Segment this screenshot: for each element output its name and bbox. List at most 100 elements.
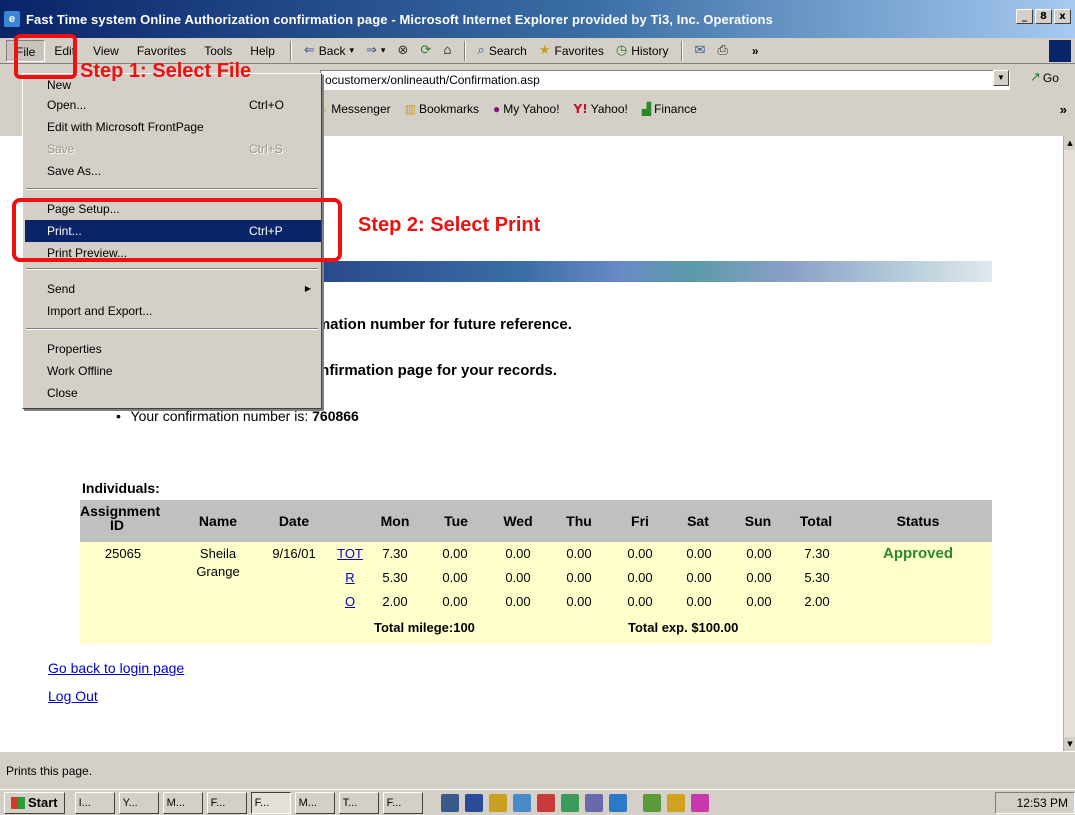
favorites-icon: ★	[538, 43, 551, 58]
maximize-button[interactable]: 8	[1035, 9, 1052, 24]
table-cell: 0.00	[442, 546, 468, 561]
forward-button[interactable]: ⇒ ▾	[360, 40, 391, 62]
open-label: Open...	[47, 98, 87, 112]
quicklaunch-icon[interactable]	[488, 793, 507, 812]
quicklaunch-icon[interactable]	[608, 793, 627, 812]
back-button[interactable]: ⇐ Back ▾	[298, 40, 360, 62]
dropdown-arrow-icon[interactable]: ▾	[381, 46, 386, 56]
favorites-button[interactable]: ★ Favorites	[533, 40, 610, 62]
name-cell-last: Grange	[196, 564, 240, 579]
dropdown-arrow-icon[interactable]: ▾	[349, 46, 354, 56]
go-arrow-icon: ↗	[1030, 70, 1041, 85]
tray-icon[interactable]	[666, 793, 685, 812]
vertical-scrollbar[interactable]: ▲ ▼	[1063, 136, 1075, 751]
menu-item-save-as[interactable]: Save As...	[23, 160, 321, 182]
tray-icon[interactable]	[690, 793, 709, 812]
confirmation-prefix: Your confirmation number is:	[130, 408, 313, 424]
close-button[interactable]: x	[1054, 9, 1071, 24]
menu-help[interactable]: Help	[241, 40, 284, 62]
menu-item-close[interactable]: Close	[23, 382, 321, 404]
search-icon: ⌕	[477, 43, 485, 58]
type-link-tot[interactable]: TOT	[332, 546, 368, 561]
type-link-r[interactable]: R	[340, 570, 360, 585]
table-cell: 0.00	[442, 594, 468, 609]
yahoo-label: Yahoo!	[590, 102, 628, 116]
scroll-down-icon[interactable]: ▼	[1064, 737, 1075, 751]
submenu-arrow-icon: ▶	[304, 284, 311, 293]
refresh-icon: ⟳	[420, 43, 432, 58]
menu-separator	[26, 188, 318, 190]
quicklaunch-icon[interactable]	[464, 793, 483, 812]
quicklaunch-icon[interactable]	[536, 793, 555, 812]
finance-link[interactable]: ▟ Finance	[642, 102, 697, 116]
yahoo-link[interactable]: Y! Yahoo!	[574, 102, 628, 116]
links-overflow-icon[interactable]: »	[1060, 102, 1067, 117]
table-cell: 0.00	[627, 546, 653, 561]
quick-launch	[440, 793, 627, 812]
bookmarks-link[interactable]: ▥ Bookmarks	[405, 102, 479, 116]
home-button[interactable]: ⌂	[437, 40, 457, 62]
search-button[interactable]: ⌕ Search	[472, 40, 533, 62]
table-cell: 0.00	[566, 570, 592, 585]
quicklaunch-icon[interactable]	[584, 793, 603, 812]
stop-button[interactable]: ⊗	[391, 40, 414, 62]
toolbar-overflow-button[interactable]: »	[746, 40, 765, 62]
back-to-login-link[interactable]: Go back to login page	[48, 660, 184, 676]
table-cell: 5.30	[382, 570, 408, 585]
mail-button[interactable]: ✉	[689, 40, 712, 62]
favorites-label: Favorites	[554, 43, 604, 58]
history-button[interactable]: ◷ History	[610, 40, 675, 62]
address-input[interactable]: ocustomerx/onlineauth/Confirmation.asp	[320, 70, 1010, 90]
header-banner	[320, 261, 992, 282]
taskbar-button[interactable]: T...	[338, 791, 379, 814]
col-mon: Mon	[380, 513, 410, 529]
logout-link[interactable]: Log Out	[48, 688, 98, 704]
myyahoo-icon: ●	[493, 102, 501, 116]
menu-item-import-export[interactable]: Import and Export...	[23, 300, 321, 322]
menu-item-work-offline[interactable]: Work Offline	[23, 360, 321, 382]
menu-tools[interactable]: Tools	[195, 40, 241, 62]
status-badge: Approved	[882, 545, 953, 562]
title-bar: e Fast Time system Online Authorization …	[0, 0, 1075, 38]
tray-icon[interactable]	[642, 793, 661, 812]
individuals-heading: Individuals:	[82, 480, 160, 496]
menu-item-send[interactable]: Send ▶	[23, 278, 321, 300]
table-cell: 0.00	[686, 570, 712, 585]
menu-item-properties[interactable]: Properties	[23, 338, 321, 360]
taskbar-button[interactable]: F...	[382, 791, 423, 814]
forward-arrow-icon: ⇒	[366, 43, 377, 58]
taskbar-button-active[interactable]: F...	[250, 791, 291, 814]
refresh-button[interactable]: ⟳	[414, 40, 437, 62]
ie-logo-icon: e	[4, 11, 20, 27]
quicklaunch-icon[interactable]	[440, 793, 459, 812]
menu-item-edit-frontpage[interactable]: Edit with Microsoft FrontPage	[23, 116, 321, 138]
go-button[interactable]: ↗ Go	[1030, 70, 1059, 85]
taskbar-button[interactable]: I...	[74, 791, 115, 814]
window-controls: _ 8 x	[1016, 9, 1071, 24]
timesheet-table: Assignment ID Name Date Mon Tue Wed Thu …	[80, 500, 992, 644]
taskbar-button[interactable]: Y...	[118, 791, 159, 814]
menu-separator	[26, 268, 318, 270]
taskbar-button[interactable]: M...	[294, 791, 335, 814]
quicklaunch-icon[interactable]	[560, 793, 579, 812]
scroll-up-icon[interactable]: ▲	[1064, 136, 1075, 150]
address-dropdown-icon[interactable]: ▼	[993, 70, 1009, 86]
windows-logo-icon	[1049, 39, 1071, 62]
print-button[interactable]: ⎙	[711, 40, 733, 62]
step1-highlight-box	[14, 34, 77, 79]
menu-view[interactable]: View	[84, 40, 128, 62]
table-cell: 0.00	[686, 546, 712, 561]
taskbar-button[interactable]: F...	[206, 791, 247, 814]
quicklaunch-icon[interactable]	[512, 793, 531, 812]
table-cell: 0.00	[505, 546, 531, 561]
taskbar-button[interactable]: M...	[162, 791, 203, 814]
myyahoo-link[interactable]: ● My Yahoo!	[493, 102, 560, 116]
start-button[interactable]: Start	[4, 791, 65, 814]
menu-favorites[interactable]: Favorites	[128, 40, 195, 62]
type-link-o[interactable]: O	[340, 594, 360, 609]
minimize-button[interactable]: _	[1016, 9, 1033, 24]
total-mileage: Total milege:100	[374, 620, 475, 635]
start-label: Start	[28, 795, 58, 810]
messenger-link[interactable]: ☺ Messenger	[316, 102, 391, 116]
menu-item-open[interactable]: Open... Ctrl+O	[23, 94, 321, 116]
